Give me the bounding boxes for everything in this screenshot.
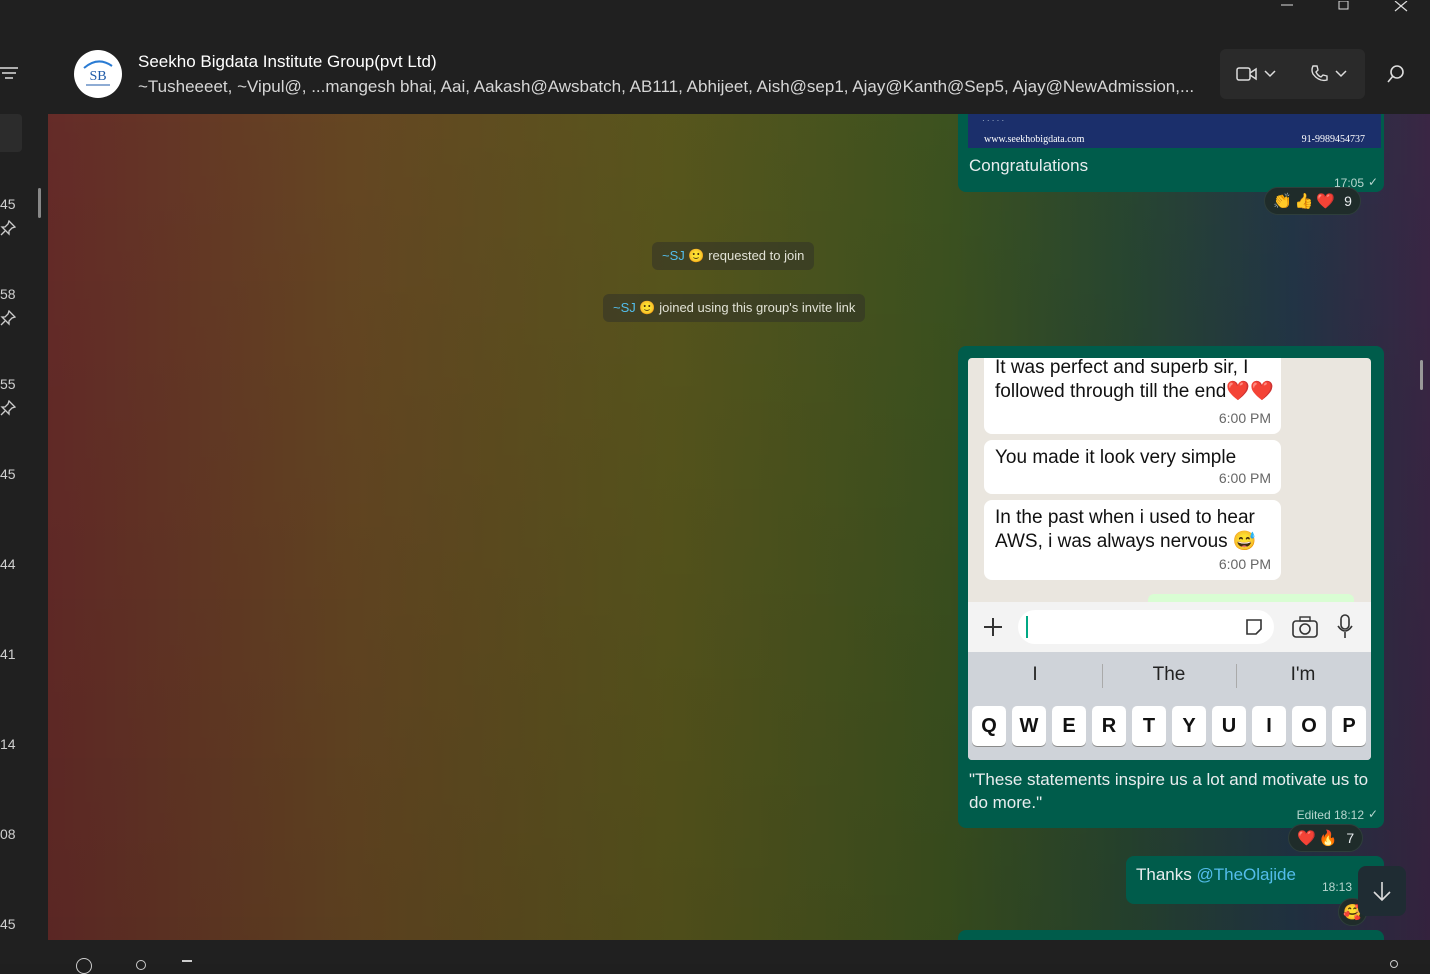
message-text: Congratulations bbox=[969, 156, 1089, 175]
pin-icon bbox=[0, 219, 18, 238]
message-time: Edited 18:12 bbox=[1296, 808, 1364, 822]
system-message: ~SJ 🙂 joined using this group's invite l… bbox=[603, 294, 866, 322]
restore-icon[interactable] bbox=[1320, 0, 1366, 14]
image-input-bar bbox=[968, 602, 1371, 652]
chat-header[interactable]: SB Seekho Bigdata Institute Group(pvt Lt… bbox=[48, 34, 1430, 114]
window-titlebar bbox=[0, 0, 1430, 34]
keyboard-key: W bbox=[1012, 706, 1046, 746]
group-members: ~Tusheeeet, ~Vipul@, ...mangesh bhai, Aa… bbox=[138, 77, 1195, 96]
keyboard-key: O bbox=[1292, 706, 1326, 746]
message-congratulations[interactable]: · · · · · www.seekhobigdata.com 91-99894… bbox=[958, 114, 1384, 192]
sticker-icon bbox=[1246, 619, 1262, 635]
chat-list-item-time[interactable]: 44 bbox=[0, 556, 16, 572]
attach-icon[interactable] bbox=[136, 960, 146, 970]
message-image[interactable]: It was perfect and superb sir, I followe… bbox=[968, 358, 1371, 760]
compose-bar[interactable] bbox=[48, 940, 1430, 974]
image-keyboard: I The I'm QWERTYUIOP bbox=[968, 652, 1371, 760]
sticker-icon[interactable] bbox=[182, 960, 192, 962]
keyboard-key: U bbox=[1212, 706, 1246, 746]
chat-list-strip: 45 58 55 45 44 41 14 08 45 bbox=[0, 34, 49, 964]
message-thanks[interactable]: Thanks @TheOlajide 18:13 bbox=[1126, 856, 1384, 904]
read-check-icon: ✓ bbox=[1367, 175, 1378, 189]
video-icon bbox=[1236, 67, 1257, 81]
chat-list-item-time[interactable]: 55 bbox=[0, 376, 16, 392]
group-avatar[interactable]: SB bbox=[74, 50, 122, 98]
pin-icon bbox=[0, 399, 18, 418]
search-button[interactable] bbox=[1378, 56, 1414, 92]
search-icon bbox=[1387, 65, 1404, 83]
reactions[interactable]: ❤️ 🔥 7 bbox=[1288, 824, 1364, 852]
camera-icon bbox=[1292, 616, 1318, 638]
search-chats-input[interactable] bbox=[0, 114, 22, 152]
chat-list-item-time[interactable]: 08 bbox=[0, 826, 16, 842]
chat-area[interactable]: · · · · · www.seekhobigdata.com 91-99894… bbox=[48, 114, 1430, 940]
arrow-down-icon bbox=[1373, 882, 1391, 902]
image-chat-message: You made it look very simple 6:00 PM bbox=[984, 440, 1281, 494]
pin-icon bbox=[0, 309, 18, 328]
video-call-button[interactable] bbox=[1220, 49, 1292, 99]
keyboard-key: Y bbox=[1172, 706, 1206, 746]
message-text: Thanks @TheOlajide bbox=[1136, 865, 1296, 884]
svg-text:SB: SB bbox=[89, 69, 106, 84]
keyboard-key: E bbox=[1052, 706, 1086, 746]
keyboard-key: I bbox=[1252, 706, 1286, 746]
keyboard-key: T bbox=[1132, 706, 1166, 746]
keyboard-key: P bbox=[1332, 706, 1366, 746]
chat-list-item-time[interactable]: 45 bbox=[0, 916, 16, 932]
plus-icon bbox=[984, 618, 1002, 636]
chevron-down-icon bbox=[1335, 70, 1347, 78]
close-icon[interactable] bbox=[1378, 0, 1424, 14]
mention-link[interactable]: @TheOlajide bbox=[1196, 865, 1295, 884]
emoji-icon[interactable] bbox=[76, 958, 92, 974]
voice-call-button[interactable] bbox=[1292, 49, 1364, 99]
message-screenshot[interactable]: It was perfect and superb sir, I followe… bbox=[958, 346, 1384, 828]
image-chat-message: It was perfect and superb sir, I followe… bbox=[984, 358, 1281, 434]
chat-list-item-time[interactable]: 14 bbox=[0, 736, 16, 752]
message-time: 18:13 bbox=[1322, 880, 1353, 894]
system-message: ~SJ 🙂 requested to join bbox=[652, 242, 815, 270]
chevron-down-icon bbox=[1264, 70, 1276, 78]
reactions[interactable]: 👏 👍 ❤️ 9 bbox=[1264, 187, 1361, 215]
mic-icon bbox=[1337, 614, 1353, 638]
message-partial[interactable] bbox=[958, 930, 1384, 940]
message-image[interactable]: · · · · · www.seekhobigdata.com 91-99894… bbox=[968, 114, 1381, 148]
phone-icon bbox=[1311, 65, 1328, 82]
chat-list-item-time[interactable]: 58 bbox=[0, 286, 16, 302]
chat-scrollbar[interactable] bbox=[1420, 360, 1423, 390]
keyboard-key: R bbox=[1092, 706, 1126, 746]
group-title: Seekho Bigdata Institute Group(pvt Ltd) bbox=[138, 52, 437, 71]
scrollbar[interactable] bbox=[38, 188, 41, 218]
keyboard-key: Q bbox=[972, 706, 1006, 746]
filter-icon[interactable] bbox=[0, 66, 20, 82]
chat-list-item-time[interactable]: 45 bbox=[0, 466, 16, 482]
minimize-icon[interactable] bbox=[1264, 0, 1310, 14]
mic-icon[interactable] bbox=[1390, 960, 1398, 968]
read-check-icon: ✓ bbox=[1367, 807, 1378, 821]
chat-list-item-time[interactable]: 41 bbox=[0, 646, 16, 662]
scroll-down-button[interactable] bbox=[1358, 866, 1406, 916]
chat-list-item-time[interactable]: 45 bbox=[0, 196, 16, 212]
image-chat-message: In the past when i used to hear AWS, i w… bbox=[984, 500, 1281, 580]
call-buttons bbox=[1220, 49, 1365, 99]
